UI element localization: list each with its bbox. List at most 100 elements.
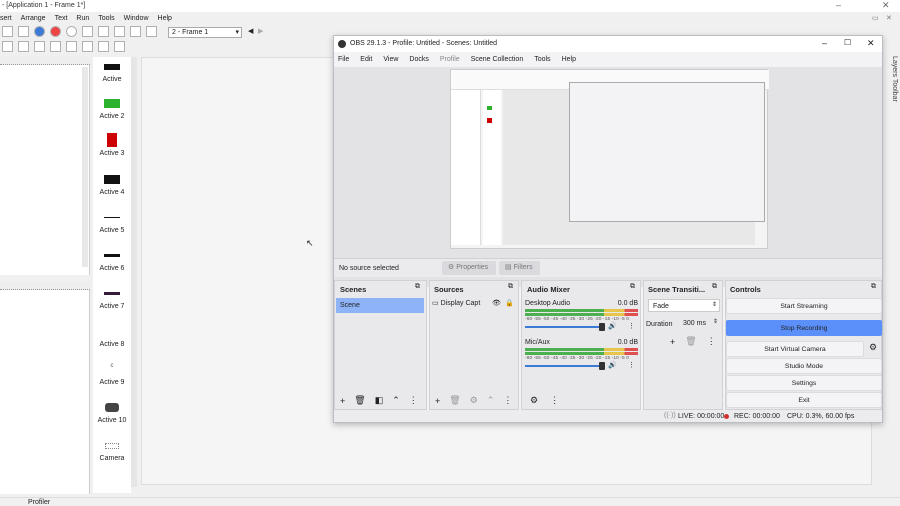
- scene-list-item[interactable]: Scene: [336, 298, 424, 313]
- font-icon[interactable]: [65, 41, 77, 52]
- obs-menu-docks[interactable]: Docks: [409, 56, 428, 63]
- studio-mode-button[interactable]: Studio Mode: [726, 358, 882, 374]
- more-icon[interactable]: ⋮: [409, 395, 418, 406]
- palette-item[interactable]: Active 7: [93, 287, 131, 317]
- obs-menu-edit[interactable]: Edit: [360, 56, 372, 63]
- menu-tools[interactable]: Tools: [98, 15, 114, 22]
- obs-close-icon[interactable]: ✕: [867, 38, 875, 49]
- trash-icon[interactable]: 🗑: [685, 336, 696, 347]
- transition-select[interactable]: Fade ⇕: [648, 299, 720, 312]
- align-left-icon[interactable]: [81, 41, 93, 52]
- record-icon[interactable]: [65, 26, 77, 37]
- lock-icon[interactable]: 🔒: [505, 299, 514, 307]
- up-icon[interactable]: ⌃: [487, 395, 495, 406]
- obs-preview[interactable]: [334, 67, 882, 287]
- duration-spinbox[interactable]: 300 ms ⇕: [680, 317, 720, 330]
- trash-icon[interactable]: 🗑: [354, 395, 365, 406]
- restore-icon[interactable]: ▭: [872, 14, 879, 22]
- obs-menu-view[interactable]: View: [383, 56, 398, 63]
- palette-item[interactable]: c Active 9: [93, 363, 131, 393]
- obs-menu-tools[interactable]: Tools: [534, 56, 550, 63]
- obs-minimize-icon[interactable]: –: [822, 38, 827, 48]
- menu-arrange[interactable]: Arrange: [21, 15, 46, 22]
- menu-run[interactable]: Run: [76, 15, 89, 22]
- filter-icon[interactable]: ◧: [375, 395, 384, 406]
- add-icon[interactable]: +: [670, 337, 675, 347]
- more-icon[interactable]: ⋮: [628, 361, 635, 369]
- frame-select[interactable]: 2 - Frame 1 ▾: [168, 27, 242, 38]
- undock-icon[interactable]: ⧉: [508, 283, 513, 291]
- underline-icon[interactable]: [49, 41, 61, 52]
- palette-item[interactable]: Active 5: [93, 211, 131, 241]
- palette-item[interactable]: Active 3: [93, 133, 131, 163]
- up-icon[interactable]: ⌃: [392, 395, 400, 406]
- menu-text[interactable]: Text: [55, 15, 68, 22]
- advanced-audio-icon[interactable]: ⚙: [530, 395, 538, 406]
- obs-menu-help[interactable]: Help: [562, 56, 576, 63]
- undock-icon[interactable]: ⧉: [415, 283, 420, 291]
- palette-item[interactable]: Camera: [93, 439, 131, 469]
- obs-menu-profile[interactable]: Profile: [440, 56, 460, 63]
- minimize-icon[interactable]: –: [836, 0, 841, 10]
- exit-button[interactable]: Exit: [726, 392, 882, 408]
- more-icon[interactable]: ⋮: [707, 336, 716, 347]
- align-right-icon[interactable]: [113, 41, 125, 52]
- properties-button[interactable]: ⚙ Properties: [442, 261, 496, 275]
- stop-recording-button[interactable]: Stop Recording: [726, 320, 882, 336]
- prev-frame-icon[interactable]: ◀: [248, 27, 253, 35]
- scrollbar[interactable]: [82, 67, 88, 267]
- redo-icon[interactable]: [17, 26, 29, 37]
- chevron-updown-icon: ⇕: [712, 319, 718, 325]
- undock-icon[interactable]: ⧉: [871, 283, 876, 291]
- italic-icon[interactable]: [33, 41, 45, 52]
- filters-button[interactable]: ▤ Filters: [499, 261, 540, 275]
- palette-item[interactable]: Active 4: [93, 173, 131, 203]
- speaker-icon[interactable]: 🔊: [608, 322, 617, 330]
- more-icon[interactable]: ⋮: [628, 322, 635, 330]
- palette-item[interactable]: Active 8: [93, 325, 131, 355]
- close-icon[interactable]: ✕: [882, 0, 890, 11]
- palette-item[interactable]: Active 10: [93, 401, 131, 431]
- align-center-icon[interactable]: [97, 41, 109, 52]
- palette-item[interactable]: Active 2: [93, 97, 131, 127]
- source-list-item[interactable]: ▭ Display Capt 👁 🔒: [432, 299, 516, 313]
- help-icon[interactable]: [33, 26, 45, 37]
- undo-icon[interactable]: [2, 26, 13, 37]
- undock-icon[interactable]: ⧉: [630, 283, 635, 291]
- palette-item[interactable]: Active: [93, 61, 131, 91]
- grid-icon[interactable]: [97, 26, 109, 37]
- select-icon[interactable]: [2, 41, 13, 52]
- start-streaming-button[interactable]: Start Streaming: [726, 298, 882, 314]
- volume-slider[interactable]: [525, 362, 605, 370]
- more-icon[interactable]: ⋮: [503, 395, 512, 406]
- close-doc-icon[interactable]: ✕: [886, 14, 892, 22]
- settings-button[interactable]: Settings: [726, 375, 882, 391]
- bold-icon[interactable]: [17, 41, 29, 52]
- next-frame-icon[interactable]: ▶: [258, 27, 263, 35]
- undock-icon[interactable]: ⧉: [712, 283, 717, 291]
- obs-menu-scene-collection[interactable]: Scene Collection: [471, 56, 524, 63]
- image-icon[interactable]: [145, 26, 157, 37]
- volume-slider[interactable]: [525, 323, 605, 331]
- speaker-icon[interactable]: 🔊: [608, 361, 617, 369]
- add-icon[interactable]: +: [435, 396, 440, 406]
- palette-scrollbar[interactable]: [131, 57, 137, 487]
- trash-icon[interactable]: 🗑: [449, 395, 460, 406]
- table-icon[interactable]: [129, 26, 141, 37]
- visibility-eye-icon[interactable]: 👁: [492, 299, 501, 307]
- palette-item[interactable]: Active 6: [93, 249, 131, 279]
- gear-icon[interactable]: ⚙: [869, 342, 877, 353]
- stop-icon[interactable]: [49, 26, 61, 37]
- gear-icon[interactable]: ⚙: [470, 395, 478, 406]
- obs-maximize-icon[interactable]: ☐: [844, 38, 851, 47]
- menu-help[interactable]: Help: [158, 15, 172, 22]
- menu-window[interactable]: Window: [124, 15, 149, 22]
- more-icon[interactable]: ⋮: [550, 395, 559, 406]
- layout-icon[interactable]: [81, 26, 93, 37]
- profiler-label[interactable]: Profiler: [28, 499, 50, 506]
- add-icon[interactable]: +: [340, 396, 345, 406]
- align-icon[interactable]: [113, 26, 125, 37]
- menu-insert[interactable]: sert: [0, 15, 12, 22]
- obs-menu-file[interactable]: File: [338, 56, 349, 63]
- start-virtual-camera-button[interactable]: Start Virtual Camera: [726, 341, 864, 357]
